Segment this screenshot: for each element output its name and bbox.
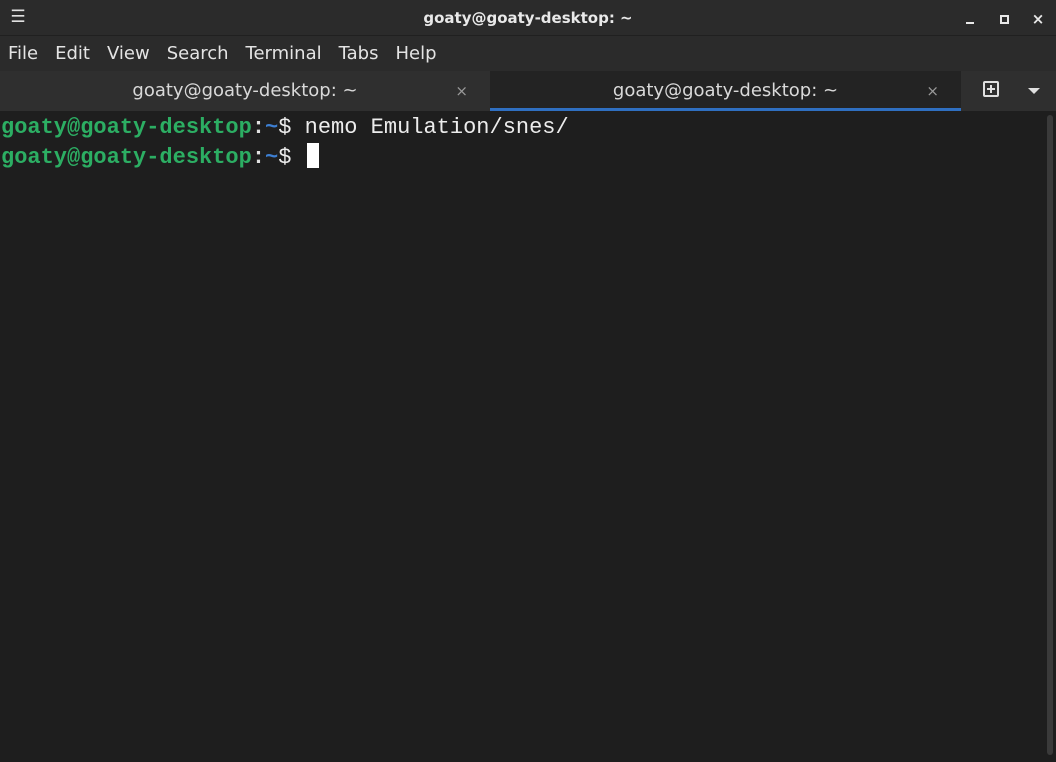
close-button[interactable]: × [1027,8,1049,30]
menu-edit[interactable]: Edit [49,36,96,71]
tab-1[interactable]: goaty@goaty-desktop: ~ × [0,71,490,111]
tab-2-active[interactable]: goaty@goaty-desktop: ~ × [490,71,961,111]
terminal-window: ☰ goaty@goaty-desktop: ~ × File Edit Vie… [0,0,1056,762]
prompt-user: goaty@goaty-desktop [1,145,252,170]
menu-help[interactable]: Help [389,36,442,71]
terminal-line: goaty@goaty-desktop:~$ [0,143,1044,170]
prompt-dollar: $ [278,115,305,140]
maximize-button[interactable] [993,8,1015,30]
vertical-scrollbar[interactable] [1044,111,1056,762]
menu-tabs[interactable]: Tabs [333,36,385,71]
prompt-dollar: $ [278,145,305,170]
prompt-path: ~ [265,115,279,140]
text-cursor [306,143,319,168]
minimize-icon [966,22,974,24]
prompt-colon: : [251,145,266,170]
minimize-button[interactable] [959,8,981,30]
terminal-output[interactable]: goaty@goaty-desktop:~$ nemo Emulation/sn… [0,111,1044,762]
close-icon: × [1031,9,1045,28]
tab-label: goaty@goaty-desktop: ~ [612,80,839,101]
title-bar[interactable]: ☰ goaty@goaty-desktop: ~ × [0,0,1056,36]
menu-view[interactable]: View [101,36,156,71]
hamburger-icon[interactable]: ☰ [9,7,27,27]
terminal-line: goaty@goaty-desktop:~$ nemo Emulation/sn… [0,114,1044,141]
prompt-path: ~ [265,145,279,170]
menu-terminal[interactable]: Terminal [240,36,328,71]
new-tab-icon[interactable] [983,81,999,97]
menu-bar: File Edit View Search Terminal Tabs Help [0,36,1056,71]
window-title: goaty@goaty-desktop: ~ [423,9,633,27]
tab-bar: goaty@goaty-desktop: ~ × goaty@goaty-des… [0,71,1056,111]
tab-label: goaty@goaty-desktop: ~ [132,80,358,101]
scroll-thumb[interactable] [1047,115,1053,755]
command-text: nemo Emulation/snes/ [304,115,569,140]
prompt-colon: : [251,115,266,140]
tab-close-icon[interactable]: × [455,71,468,111]
chevron-down-icon[interactable] [1028,88,1040,94]
tab-close-icon[interactable]: × [926,71,939,111]
prompt-user: goaty@goaty-desktop [1,115,252,140]
maximize-icon [999,14,1009,24]
menu-search[interactable]: Search [161,36,235,71]
menu-file[interactable]: File [2,36,44,71]
